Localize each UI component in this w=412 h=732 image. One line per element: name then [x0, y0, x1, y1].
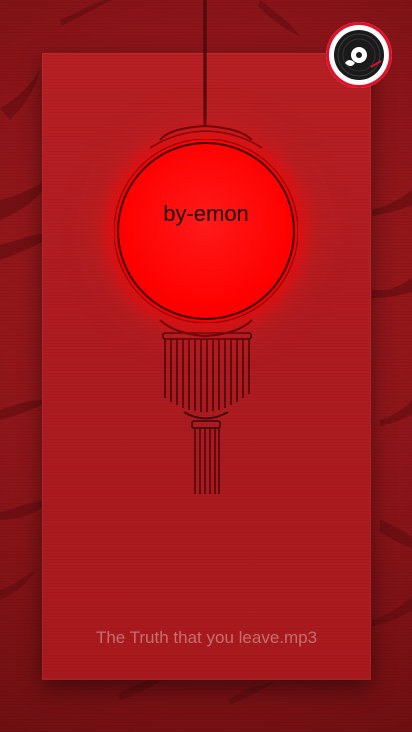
song-title: The Truth that you leave.mp3: [95, 628, 318, 647]
vinyl-record-icon: [334, 30, 384, 80]
lantern-label: by-emon: [163, 201, 249, 226]
lantern-body: [114, 139, 298, 323]
music-toggle-button[interactable]: [326, 22, 392, 88]
